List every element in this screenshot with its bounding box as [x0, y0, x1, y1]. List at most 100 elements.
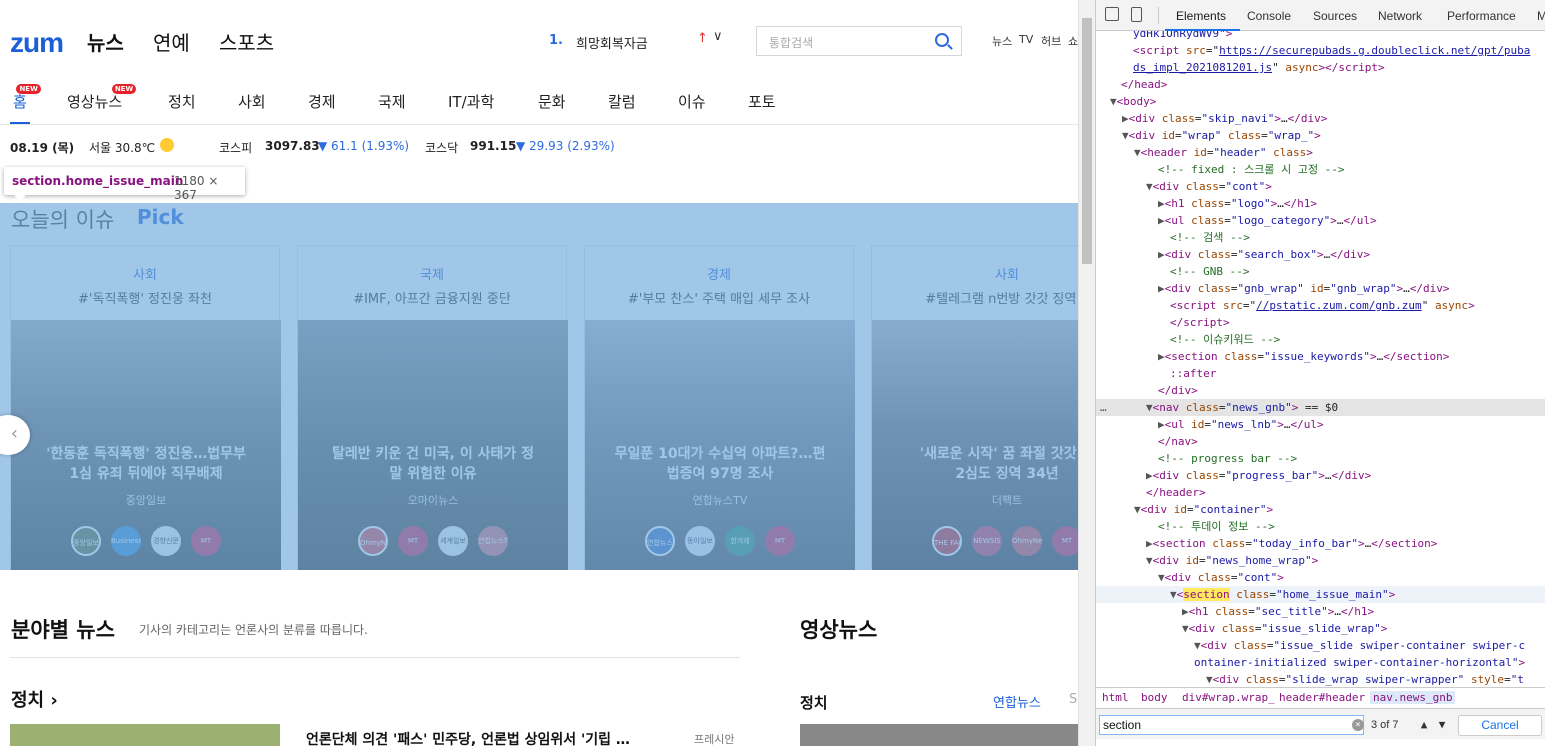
dom-node[interactable]: ds_impl_2021081201.js" async></script>	[1096, 59, 1545, 76]
find-input[interactable]: section	[1099, 715, 1364, 735]
dom-tree[interactable]: ydHk1OnRydWV9"> <script src="https://sec…	[1096, 31, 1545, 687]
service-news[interactable]: 뉴스	[992, 33, 1012, 49]
dom-node[interactable]: <!-- 검색 -->	[1096, 229, 1545, 246]
gnb-culture[interactable]: 문화	[538, 91, 566, 112]
card-topic[interactable]: #IMF, 아프간 금융지원 중단	[298, 288, 566, 307]
press-logo[interactable]: MT	[765, 526, 795, 556]
dom-node-hovered[interactable]: ▼<section class="home_issue_main">	[1096, 586, 1545, 603]
dom-node[interactable]: ▶<section class="issue_keywords">…</sect…	[1096, 348, 1545, 365]
service-tv[interactable]: TV	[1019, 33, 1033, 46]
dom-node[interactable]: ▼<body>	[1096, 93, 1545, 110]
dom-node[interactable]: </nav>	[1096, 433, 1545, 450]
video-source-tab[interactable]: 연합뉴스	[993, 692, 1041, 711]
dom-node[interactable]: ▼<div id="container">	[1096, 501, 1545, 518]
dom-node[interactable]: ::after	[1096, 365, 1545, 382]
politics-link[interactable]: 정치 ›	[11, 686, 58, 712]
dom-node[interactable]: ▶<ul id="news_lnb">…</ul>	[1096, 416, 1545, 433]
video-thumbnail[interactable]	[800, 724, 1078, 746]
dom-node[interactable]: ▶<ul class="logo_category">…</ul>	[1096, 212, 1545, 229]
card-photo[interactable]: '새로운 시작' 꿈 좌절 갓갓 문2심도 징역 34년 더팩트 THE FAC…	[872, 320, 1080, 570]
dom-node[interactable]: ▶<div class="progress_bar">…</div>	[1096, 467, 1545, 484]
gnb-photo[interactable]: 포토	[748, 91, 776, 112]
category-sports[interactable]: 스포츠	[219, 27, 274, 56]
chevron-down-icon[interactable]: ▼	[1433, 715, 1451, 735]
chevron-up-icon[interactable]: ▲	[1415, 715, 1433, 735]
dom-node[interactable]: </head>	[1096, 76, 1545, 93]
press-logo[interactable]: OhmyNews	[358, 526, 388, 556]
dom-node[interactable]: ▶<div class="skip_navi">…</div>	[1096, 110, 1545, 127]
news-thumbnail[interactable]	[10, 724, 280, 746]
dom-node[interactable]: ydHk1OnRydWV9">	[1096, 31, 1545, 42]
press-logo[interactable]: 연합뉴스TV	[645, 526, 675, 556]
press-logo[interactable]: MT	[398, 526, 428, 556]
press-logo[interactable]: 중앙일보	[71, 526, 101, 556]
weather-text[interactable]: 서울 30.8℃	[89, 139, 155, 156]
press-logo[interactable]: Business	[111, 526, 141, 556]
press-logo[interactable]: 동아일보	[685, 526, 715, 556]
scrollbar-thumb[interactable]	[1082, 18, 1092, 264]
trending-keyword[interactable]: 희망회복자금	[576, 33, 648, 52]
gnb-world[interactable]: 국제	[378, 91, 406, 112]
dom-node[interactable]: ▼<div class="cont">	[1096, 569, 1545, 586]
dom-node[interactable]: </div>	[1096, 382, 1545, 399]
dom-node[interactable]: <!-- GNB -->	[1096, 263, 1545, 280]
dom-node[interactable]: </header>	[1096, 484, 1545, 501]
category-news[interactable]: 뉴스	[87, 27, 124, 56]
card-topic[interactable]: #'독직폭행' 정진웅 좌천	[11, 288, 279, 307]
crumb[interactable]: body	[1141, 691, 1168, 704]
tab-more[interactable]: M	[1537, 9, 1545, 23]
tab-sources[interactable]: Sources	[1313, 9, 1357, 23]
dom-node-selected[interactable]: … ▼<nav class="news_gnb"> == $0	[1096, 399, 1545, 416]
tab-elements[interactable]: Elements	[1176, 9, 1226, 23]
category-entertainment[interactable]: 연예	[153, 27, 190, 56]
tab-network[interactable]: Network	[1378, 9, 1422, 23]
card-photo[interactable]: '한동훈 독직폭행' 정진웅…법무부 1심 유죄 뒤에야 직무배제 중앙일보 중앙…	[11, 320, 281, 570]
card-topic[interactable]: #텔레그램 n번방 갓갓 징역 3	[872, 288, 1080, 307]
crumb[interactable]: header#header	[1279, 691, 1365, 704]
press-logo[interactable]: MT	[1052, 526, 1080, 556]
dom-node[interactable]: <!-- 투데이 정보 -->	[1096, 518, 1545, 535]
page-scrollbar[interactable]	[1078, 0, 1095, 746]
press-logo[interactable]: MT	[191, 526, 221, 556]
tab-console[interactable]: Console	[1247, 9, 1291, 23]
press-logo[interactable]: OhmyNews	[1012, 526, 1042, 556]
clear-icon[interactable]: ×	[1352, 719, 1364, 731]
press-logo[interactable]: 연합뉴스TV	[478, 526, 508, 556]
cancel-button[interactable]: Cancel	[1458, 715, 1542, 736]
gnb-video-news[interactable]: 영상뉴스 NEW	[67, 84, 137, 112]
device-toggle-icon[interactable]	[1131, 7, 1142, 22]
dom-node[interactable]: <!-- fixed : 스크롤 시 고정 -->	[1096, 161, 1545, 178]
gnb-it-science[interactable]: IT/과학	[448, 91, 494, 112]
card-photo[interactable]: 무일푼 10대가 수십억 아파트?…편 법증여 97명 조사 연합뉴스TV 연합뉴…	[585, 320, 855, 570]
zum-logo[interactable]: zum	[10, 27, 64, 59]
dom-node[interactable]: <script src="https://securepubads.g.doub…	[1096, 42, 1545, 59]
dom-node[interactable]: ▼<div id="wrap" class="wrap_">	[1096, 127, 1545, 144]
news-headline[interactable]: 언론단체 의견 '패스' 민주당, 언론법 상임위서 '기립 …	[306, 729, 630, 746]
dom-node[interactable]: <!-- progress bar -->	[1096, 450, 1545, 467]
dom-node[interactable]: ▼<div class="cont">	[1096, 178, 1545, 195]
tab-performance[interactable]: Performance	[1447, 9, 1516, 23]
issue-card[interactable]: 경제 #'부모 찬스' 주택 매입 세무 조사 무일푼 10대가 수십억 아파트…	[584, 245, 855, 570]
card-photo[interactable]: 탈레반 키운 건 미국, 이 사태가 정말 위험한 이유 오마이뉴스 OhmyN…	[298, 320, 568, 570]
search-icon[interactable]	[935, 33, 949, 47]
card-topic[interactable]: #'부모 찬스' 주택 매입 세무 조사	[585, 288, 853, 307]
dom-node[interactable]: ▶<h1 class="logo">…</h1>	[1096, 195, 1545, 212]
crumb[interactable]: html	[1102, 691, 1129, 704]
inspect-icon[interactable]	[1105, 7, 1119, 21]
dom-node[interactable]: ▼<header id="header" class>	[1096, 144, 1545, 161]
dom-node[interactable]: </script>	[1096, 314, 1545, 331]
dom-node[interactable]: ▼<div class="issue_slide_wrap">	[1096, 620, 1545, 637]
dom-node[interactable]: ▼<div class="slide_wrap swiper-wrapper" …	[1096, 671, 1545, 687]
gnb-column[interactable]: 칼럼	[608, 91, 636, 112]
dom-node[interactable]: ontainer-initialized swiper-container-ho…	[1096, 654, 1545, 671]
press-logo[interactable]: 경향신문	[151, 526, 181, 556]
dom-node[interactable]: <script src="//pstatic.zum.com/gnb.zum" …	[1096, 297, 1545, 314]
press-logo[interactable]: THE FACT	[932, 526, 962, 556]
gnb-economy[interactable]: 경제	[308, 91, 336, 112]
service-shop[interactable]: 쇼	[1068, 33, 1078, 49]
gnb-issue[interactable]: 이슈	[678, 91, 706, 112]
gnb-society[interactable]: 사회	[238, 91, 266, 112]
dom-node[interactable]: ▶<h1 class="sec_title">…</h1>	[1096, 603, 1545, 620]
crumb[interactable]: div#wrap.wrap_	[1182, 691, 1275, 704]
dom-node[interactable]: ▶<div class="search_box">…</div>	[1096, 246, 1545, 263]
